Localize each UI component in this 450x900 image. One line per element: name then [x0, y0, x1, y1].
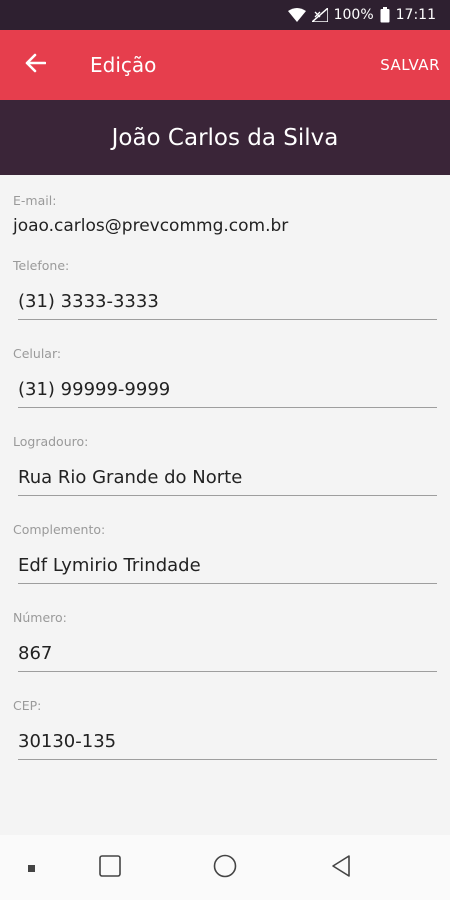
triangle-back-icon — [330, 854, 352, 882]
circle-icon — [213, 854, 237, 882]
mobile-field: Celular: — [13, 346, 437, 408]
complement-label: Complemento: — [13, 522, 106, 537]
app-toolbar: Edição SALVAR — [0, 30, 450, 100]
mobile-label: Celular: — [13, 346, 62, 361]
save-button[interactable]: SALVAR — [380, 48, 440, 82]
square-icon — [99, 854, 121, 881]
status-time: 17:11 — [395, 7, 436, 23]
nav-dot-button[interactable] — [22, 835, 42, 900]
back-button[interactable] — [0, 30, 70, 100]
recent-apps-button[interactable] — [95, 835, 125, 900]
signal-icon — [311, 8, 328, 22]
mobile-input[interactable] — [18, 373, 437, 408]
number-field: Número: — [13, 610, 437, 672]
profile-name: João Carlos da Silva — [111, 124, 339, 151]
page-title: Edição — [90, 53, 157, 77]
back-nav-button[interactable] — [326, 835, 356, 900]
arrow-back-icon — [24, 53, 47, 77]
status-bar: 100% 17:11 — [0, 0, 450, 30]
phone-input[interactable] — [18, 285, 437, 320]
street-field: Logradouro: — [13, 434, 437, 496]
email-label: E-mail: — [13, 193, 57, 208]
system-nav-bar — [0, 835, 450, 900]
edit-form[interactable]: E-mail: joao.carlos@prevcommg.com.br Tel… — [0, 175, 450, 835]
cep-label: CEP: — [13, 698, 42, 713]
cep-field: CEP: — [13, 698, 437, 760]
wifi-icon — [287, 8, 306, 22]
street-label: Logradouro: — [13, 434, 89, 449]
phone-label: Telefone: — [13, 258, 70, 273]
street-input[interactable] — [18, 461, 437, 496]
battery-percentage: 100% — [333, 7, 374, 23]
phone-field: Telefone: — [13, 258, 437, 320]
number-input[interactable] — [18, 637, 437, 672]
profile-name-header: João Carlos da Silva — [0, 100, 450, 175]
home-button[interactable] — [210, 835, 240, 900]
cep-input[interactable] — [18, 725, 437, 760]
dot-icon — [28, 858, 36, 877]
complement-input[interactable] — [18, 549, 437, 584]
email-field: E-mail: joao.carlos@prevcommg.com.br — [13, 175, 432, 236]
complement-field: Complemento: — [13, 522, 437, 584]
email-value: joao.carlos@prevcommg.com.br — [13, 216, 289, 236]
number-label: Número: — [13, 610, 67, 625]
battery-icon — [380, 7, 390, 23]
